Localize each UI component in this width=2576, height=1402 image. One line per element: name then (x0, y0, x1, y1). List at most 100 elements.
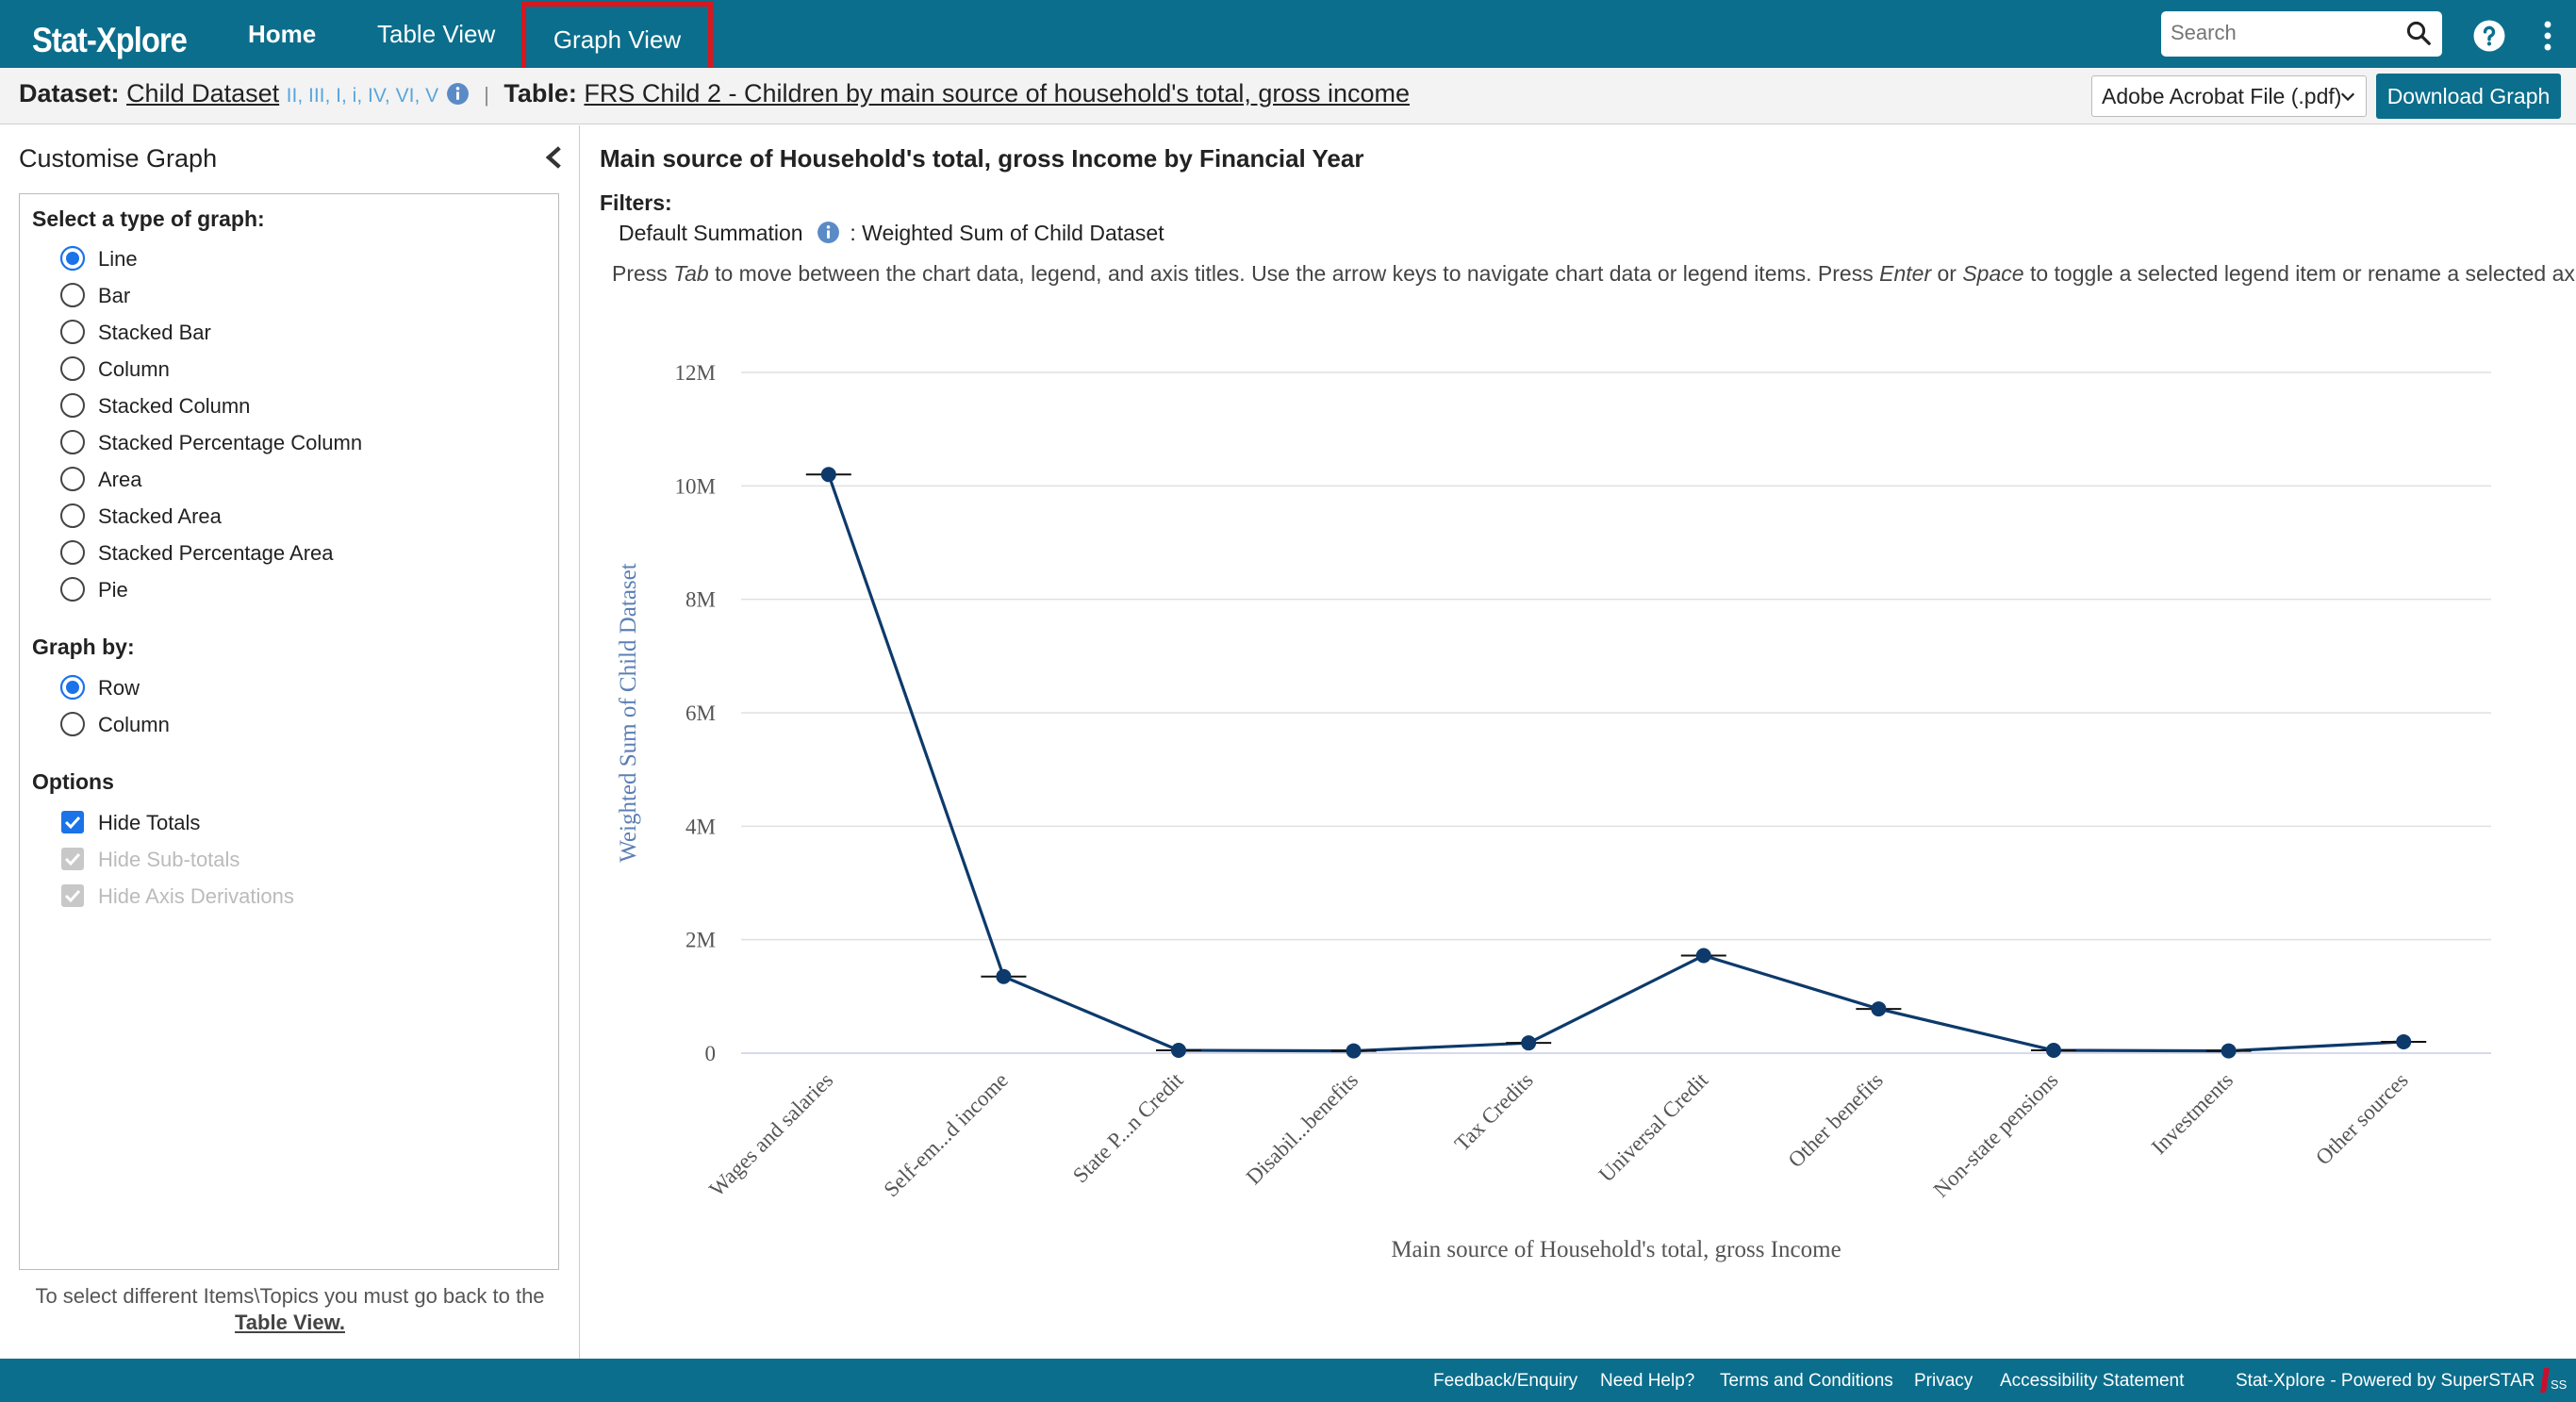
graph-type-option-label: Stacked Bar (98, 321, 211, 344)
graph-main-area: 0 2M 4M 6M 8M 10M 12M Wages and salaries Self-em… (581, 125, 2576, 1359)
radio-button[interactable] (59, 466, 86, 492)
x-tick-label: Tax Credits (1450, 1068, 1538, 1156)
filter-value: : Weighted Sum of Child Dataset (850, 221, 1164, 245)
radio-button[interactable] (59, 392, 86, 419)
graph-type-option-label: Area (98, 468, 142, 491)
search-input[interactable] (2161, 11, 2387, 55)
y-tick-label: 8M (685, 588, 716, 612)
x-tick-label: Wages and salaries (704, 1068, 837, 1201)
page-footer: Feedback/Enquiry Need Help? Terms and Co… (0, 1359, 2576, 1402)
search-icon[interactable] (2404, 19, 2433, 47)
data-point (2046, 1042, 2061, 1058)
graph-type-option-label: Column (98, 357, 170, 381)
chevron-down-icon (2340, 92, 2355, 102)
radio-button[interactable] (59, 503, 86, 529)
checkbox[interactable] (59, 809, 86, 835)
help-icon[interactable] (2472, 19, 2506, 53)
y-tick-label: 0 (705, 1042, 717, 1065)
table-label: Table: (504, 79, 577, 107)
svg-text:SS: SS (2551, 1377, 2568, 1392)
y-tick-label: 2M (685, 929, 716, 952)
more-options-icon[interactable] (2541, 19, 2554, 53)
radio-button[interactable] (59, 319, 86, 345)
x-tick-label: Investments (2147, 1068, 2237, 1159)
footer-link-accessibility[interactable]: Accessibility Statement (2000, 1371, 2184, 1392)
x-tick-label: Non-state pensions (1929, 1068, 2063, 1202)
download-graph-button[interactable]: Download Graph (2376, 74, 2561, 119)
export-format-value: Adobe Acrobat File (.pdf) (2102, 84, 2342, 108)
radio-button[interactable] (59, 674, 86, 701)
radio-button[interactable] (59, 429, 86, 455)
filter-name: Default Summation (619, 221, 803, 245)
nav-table-view-link[interactable]: Table View (377, 8, 495, 68)
graph-type-option-label: Bar (98, 284, 131, 307)
data-point (1346, 1043, 1362, 1059)
radio-button[interactable] (59, 711, 86, 737)
nav-home-link[interactable]: Home (248, 8, 316, 68)
filter-item: Default Summation : Weighted Sum of Chil… (619, 221, 1164, 246)
footer-link-help[interactable]: Need Help? (1600, 1371, 1694, 1392)
graph-by-label: Graph by: (32, 635, 135, 659)
sidebar-title: Customise Graph (19, 144, 218, 173)
keyboard-hint: Press Tab to move between the chart data… (612, 261, 2576, 286)
y-tick-label: 6M (685, 701, 716, 725)
graph-type-option-label: Stacked Percentage Column (98, 431, 363, 454)
checkbox (59, 882, 86, 909)
x-tick-label: Universal Credit (1594, 1067, 1713, 1186)
footer-link-privacy[interactable]: Privacy (1914, 1371, 1973, 1392)
data-point (1695, 948, 1711, 964)
x-tick-label: Other sources (2311, 1068, 2413, 1170)
radio-button[interactable] (59, 355, 86, 382)
y-tick-label: 10M (675, 474, 716, 498)
customise-graph-sidebar: Customise Graph Select a type of graph: … (0, 125, 580, 1359)
data-point (1171, 1042, 1186, 1058)
export-format-select[interactable]: Adobe Acrobat File (.pdf) (2091, 75, 2367, 117)
y-axis-title: Weighted Sum of Child Dataset (616, 563, 641, 862)
graph-by-option-label: Column (98, 713, 170, 736)
table-name-link[interactable]: FRS Child 2 - Children by main source of… (584, 79, 1410, 107)
footer-link-terms[interactable]: Terms and Conditions (1720, 1371, 1893, 1392)
option-label: Hide Totals (98, 811, 201, 834)
dataset-name-link[interactable]: Child Dataset (126, 79, 279, 107)
nav-graph-view-link[interactable]: Graph View (521, 2, 713, 75)
data-point (996, 968, 1012, 984)
data-point (2396, 1033, 2412, 1049)
info-icon[interactable] (446, 82, 470, 106)
radio-button[interactable] (59, 282, 86, 308)
radio-button[interactable] (59, 576, 86, 602)
graph-by-option-label: Row (98, 676, 140, 700)
dataset-bar: Dataset: Child Dataset II, III, I, i, IV… (0, 68, 2576, 124)
x-tick-label: Self-em...d income (880, 1068, 1013, 1201)
data-point (820, 467, 836, 483)
table-view-link[interactable]: Table View. (0, 1310, 580, 1336)
x-tick-label: Disabil...benefits (1242, 1068, 1362, 1189)
radio-button[interactable] (59, 539, 86, 566)
footer-powered-by: Stat-Xplore - Powered by SuperSTAR (2236, 1371, 2535, 1391)
graph-type-option-label: Pie (98, 578, 128, 602)
dataset-versions[interactable]: II, III, I, i, IV, VI, V (287, 85, 438, 107)
option-label: Hide Axis Derivations (98, 884, 294, 908)
footer-link-feedback[interactable]: Feedback/Enquiry (1433, 1371, 1577, 1392)
top-navigation-bar: Stat-Xplore Home Table View Graph View (0, 0, 2576, 75)
y-tick-label: 12M (675, 361, 716, 385)
filter-info-icon[interactable] (817, 221, 840, 244)
series-line (827, 473, 2404, 1053)
option-label: Hide Sub-totals (98, 848, 240, 871)
dataset-label: Dataset: (19, 79, 120, 107)
y-tick-label: 4M (685, 815, 716, 838)
line-chart[interactable]: 0 2M 4M 6M 8M 10M 12M Wages and salaries Self-em… (581, 125, 2576, 1359)
options-label: Options (32, 769, 114, 794)
brand-logo[interactable]: Stat-Xplore (32, 21, 188, 60)
graph-type-option-label: Stacked Percentage Area (98, 541, 334, 565)
graph-type-label: Select a type of graph: (32, 206, 265, 231)
graph-type-option-label: Stacked Area (98, 504, 222, 528)
x-axis-title: Main source of Household's total, gross … (1391, 1237, 1841, 1262)
graph-options-panel: Select a type of graph: Line Bar Stacked B… (19, 193, 559, 1270)
separator: | (484, 83, 489, 107)
graph-type-option-label: Stacked Column (98, 394, 251, 418)
collapse-sidebar-icon[interactable] (543, 144, 564, 171)
sidebar-footer: To select different Items\Topics you mus… (0, 1283, 580, 1336)
radio-button[interactable] (59, 245, 86, 272)
data-point (2221, 1043, 2237, 1059)
x-tick-label: State P...n Credit (1068, 1067, 1188, 1187)
